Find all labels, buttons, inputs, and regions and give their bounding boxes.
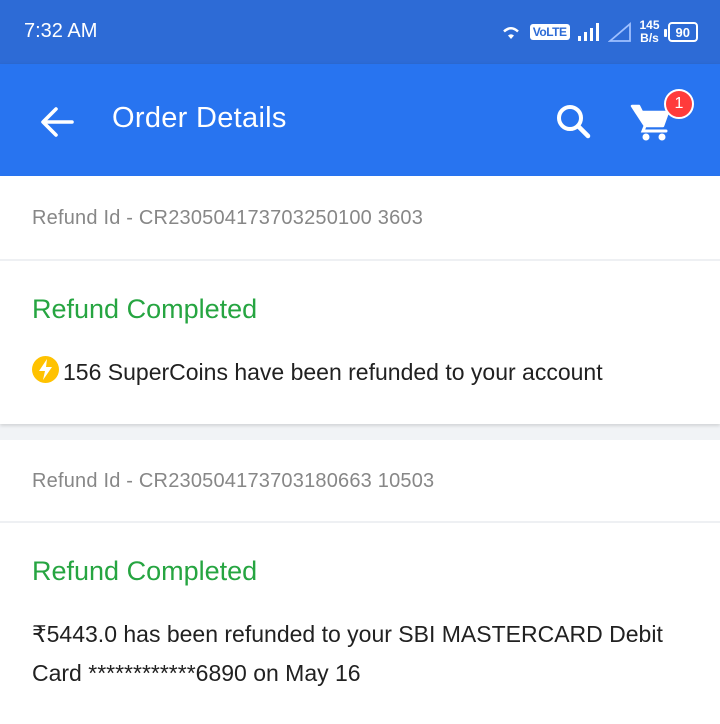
app-bar: Order Details 1 xyxy=(0,64,720,176)
refund-message-text: 156 SuperCoins have been refunded to you… xyxy=(63,359,603,385)
refund-card: Refund Id - CR230504173703180663 10503 R… xyxy=(0,440,720,724)
back-arrow-icon xyxy=(41,107,74,137)
refund-id: Refund Id - CR230504173703250100 3603 xyxy=(32,207,424,229)
refund-message: ₹5443.0 has been refunded to your SBI MA… xyxy=(32,621,663,686)
divider xyxy=(0,521,720,523)
search-button[interactable] xyxy=(552,100,596,144)
refund-id: Refund Id - CR230504173703180663 10503 xyxy=(32,470,435,492)
supercoin-icon xyxy=(32,356,59,383)
refund-message: 156 SuperCoins have been refunded to you… xyxy=(32,353,692,392)
page-title: Order Details xyxy=(112,102,287,134)
refund-card: Refund Id - CR230504173703250100 3603 Re… xyxy=(0,176,720,424)
battery-level: 90 xyxy=(675,24,690,40)
volte-badge: VoLTE xyxy=(529,24,570,40)
network-speed: 145 B/s xyxy=(640,19,660,45)
refund-status: Refund Completed xyxy=(32,294,258,324)
signal-icon xyxy=(577,23,599,41)
battery-icon: 90 xyxy=(663,22,698,42)
wifi-icon xyxy=(502,27,519,39)
status-bar: 7:32 AM VoLTE 145 B/s 90 xyxy=(0,0,720,64)
speed-unit: B/s xyxy=(640,31,659,45)
cart-count-badge: 1 xyxy=(664,89,694,119)
search-icon xyxy=(557,105,591,139)
signal-empty-icon xyxy=(607,22,631,42)
divider xyxy=(0,259,720,261)
refund-status: Refund Completed xyxy=(32,556,258,586)
back-button[interactable] xyxy=(34,100,78,144)
status-time: 7:32 AM xyxy=(24,20,98,42)
status-icons: VoLTE 145 B/s 90 xyxy=(500,16,698,48)
